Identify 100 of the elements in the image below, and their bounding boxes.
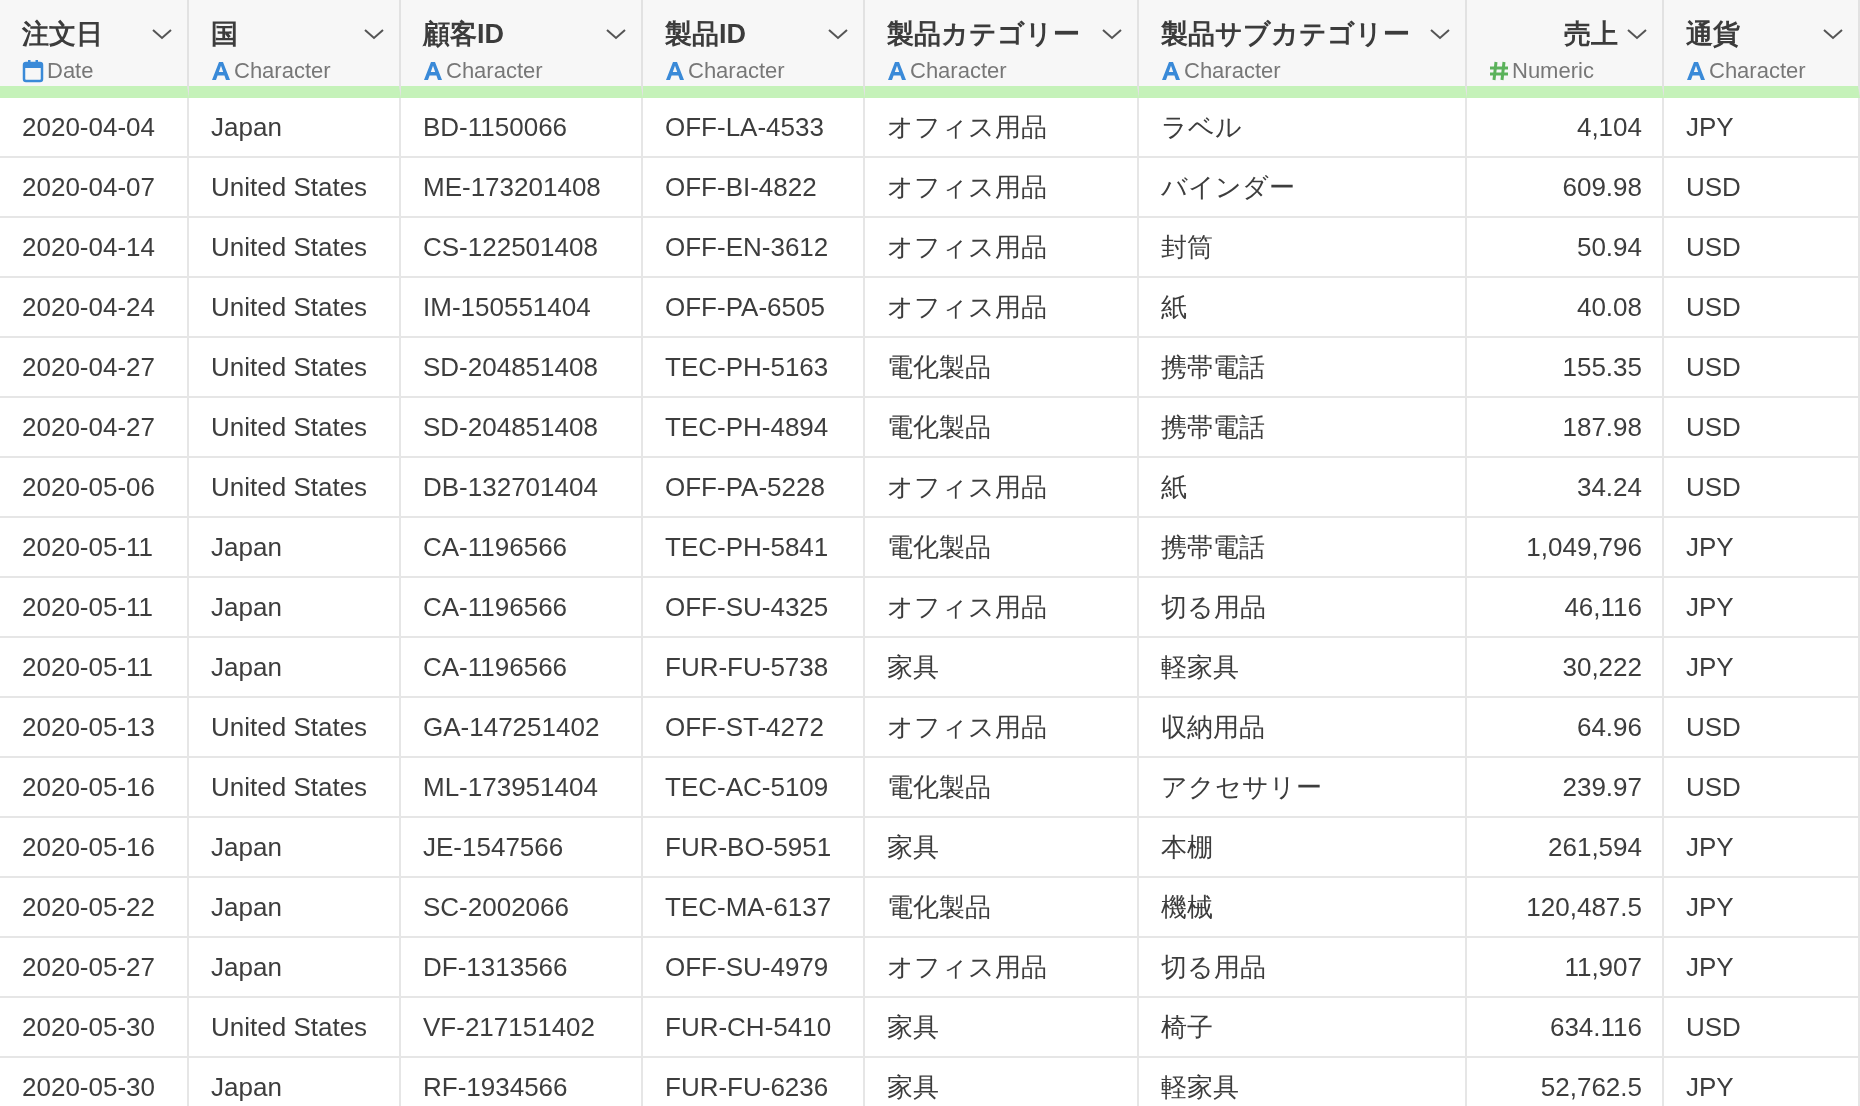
table-cell: 2020-05-30 bbox=[0, 998, 189, 1058]
table-cell: JPY bbox=[1664, 578, 1860, 638]
table-cell: 2020-05-16 bbox=[0, 818, 189, 878]
table-cell: Japan bbox=[189, 98, 401, 158]
table-cell: SC-2002066 bbox=[401, 878, 643, 938]
table-cell: オフィス用品 bbox=[865, 98, 1139, 158]
table-cell: 携帯電話 bbox=[1139, 518, 1467, 578]
table-cell: 2020-05-27 bbox=[0, 938, 189, 998]
table-cell: TEC-PH-5163 bbox=[643, 338, 865, 398]
table-cell: United States bbox=[189, 338, 401, 398]
table-cell: CA-1196566 bbox=[401, 578, 643, 638]
table-cell: CS-122501408 bbox=[401, 218, 643, 278]
table-cell: Japan bbox=[189, 818, 401, 878]
table-cell: 2020-04-14 bbox=[0, 218, 189, 278]
table-cell: 家具 bbox=[865, 1058, 1139, 1106]
table-cell: 2020-04-07 bbox=[0, 158, 189, 218]
table-cell: FUR-FU-6236 bbox=[643, 1058, 865, 1106]
letter-a-icon bbox=[665, 61, 685, 81]
table-cell: TEC-MA-6137 bbox=[643, 878, 865, 938]
table-cell: OFF-BI-4822 bbox=[643, 158, 865, 218]
table-cell: USD bbox=[1664, 998, 1860, 1058]
table-cell: ME-173201408 bbox=[401, 158, 643, 218]
chevron-down-icon[interactable] bbox=[1822, 27, 1844, 41]
table-cell: 電化製品 bbox=[865, 398, 1139, 458]
column-type: Character bbox=[1709, 58, 1806, 84]
table-cell: 家具 bbox=[865, 638, 1139, 698]
table-cell: 2020-05-13 bbox=[0, 698, 189, 758]
table-cell: CA-1196566 bbox=[401, 638, 643, 698]
table-cell: OFF-SU-4979 bbox=[643, 938, 865, 998]
column-header[interactable]: 製品ID Character bbox=[643, 0, 865, 98]
table-cell: BD-1150066 bbox=[401, 98, 643, 158]
column-title: 製品サブカテゴリー bbox=[1161, 18, 1410, 51]
table-cell: 軽家具 bbox=[1139, 1058, 1467, 1106]
table-cell: 軽家具 bbox=[1139, 638, 1467, 698]
table-cell: USD bbox=[1664, 758, 1860, 818]
column-header[interactable]: 顧客ID Character bbox=[401, 0, 643, 98]
table-cell: DF-1313566 bbox=[401, 938, 643, 998]
table-cell: JE-1547566 bbox=[401, 818, 643, 878]
table-cell: オフィス用品 bbox=[865, 938, 1139, 998]
table-cell: 携帯電話 bbox=[1139, 398, 1467, 458]
letter-a-icon bbox=[887, 61, 907, 81]
table-cell: 46,116 bbox=[1467, 578, 1664, 638]
chevron-down-icon[interactable] bbox=[151, 27, 173, 41]
table-cell: VF-217151402 bbox=[401, 998, 643, 1058]
table-cell: バインダー bbox=[1139, 158, 1467, 218]
letter-a-icon bbox=[211, 61, 231, 81]
table-cell: 2020-05-30 bbox=[0, 1058, 189, 1106]
table-cell: United States bbox=[189, 758, 401, 818]
table-cell: 2020-05-11 bbox=[0, 638, 189, 698]
table-cell: United States bbox=[189, 218, 401, 278]
table-cell: 261,594 bbox=[1467, 818, 1664, 878]
table-cell: 2020-05-11 bbox=[0, 578, 189, 638]
column-title: 売上 bbox=[1564, 18, 1618, 51]
table-cell: United States bbox=[189, 698, 401, 758]
column-type: Numeric bbox=[1512, 58, 1594, 84]
table-cell: USD bbox=[1664, 698, 1860, 758]
table-cell: OFF-ST-4272 bbox=[643, 698, 865, 758]
table-cell: JPY bbox=[1664, 938, 1860, 998]
table-cell: TEC-AC-5109 bbox=[643, 758, 865, 818]
table-cell: United States bbox=[189, 998, 401, 1058]
column-header[interactable]: 製品サブカテゴリー Character bbox=[1139, 0, 1467, 98]
column-header[interactable]: 注文日 Date bbox=[0, 0, 189, 98]
table-cell: 634.116 bbox=[1467, 998, 1664, 1058]
table-cell: FUR-FU-5738 bbox=[643, 638, 865, 698]
table-cell: United States bbox=[189, 398, 401, 458]
table-cell: RF-1934566 bbox=[401, 1058, 643, 1106]
table-cell: 電化製品 bbox=[865, 878, 1139, 938]
table-cell: 30,222 bbox=[1467, 638, 1664, 698]
table-cell: オフィス用品 bbox=[865, 218, 1139, 278]
table-cell: OFF-PA-5228 bbox=[643, 458, 865, 518]
table-cell: Japan bbox=[189, 938, 401, 998]
table-cell: 4,104 bbox=[1467, 98, 1664, 158]
column-header[interactable]: 国 Character bbox=[189, 0, 401, 98]
chevron-down-icon[interactable] bbox=[1429, 27, 1451, 41]
chevron-down-icon[interactable] bbox=[1626, 27, 1648, 41]
table-cell: 52,762.5 bbox=[1467, 1058, 1664, 1106]
table-cell: DB-132701404 bbox=[401, 458, 643, 518]
table-cell: United States bbox=[189, 158, 401, 218]
table-cell: オフィス用品 bbox=[865, 698, 1139, 758]
chevron-down-icon[interactable] bbox=[827, 27, 849, 41]
column-header[interactable]: 売上 Numeric bbox=[1467, 0, 1664, 98]
column-header[interactable]: 通貨 Character bbox=[1664, 0, 1860, 98]
chevron-down-icon[interactable] bbox=[363, 27, 385, 41]
table-cell: 紙 bbox=[1139, 458, 1467, 518]
table-cell: 家具 bbox=[865, 818, 1139, 878]
column-header[interactable]: 製品カテゴリー Character bbox=[865, 0, 1139, 98]
table-cell: TEC-PH-5841 bbox=[643, 518, 865, 578]
table-cell: Japan bbox=[189, 1058, 401, 1106]
table-cell: Japan bbox=[189, 578, 401, 638]
column-title: 顧客ID bbox=[423, 18, 504, 51]
chevron-down-icon[interactable] bbox=[1101, 27, 1123, 41]
table-cell: United States bbox=[189, 278, 401, 338]
table-cell: 携帯電話 bbox=[1139, 338, 1467, 398]
column-type: Character bbox=[688, 58, 785, 84]
chevron-down-icon[interactable] bbox=[605, 27, 627, 41]
table-cell: FUR-CH-5410 bbox=[643, 998, 865, 1058]
calendar-icon bbox=[22, 59, 44, 83]
letter-a-icon bbox=[423, 61, 443, 81]
table-cell: 34.24 bbox=[1467, 458, 1664, 518]
table-cell: 椅子 bbox=[1139, 998, 1467, 1058]
